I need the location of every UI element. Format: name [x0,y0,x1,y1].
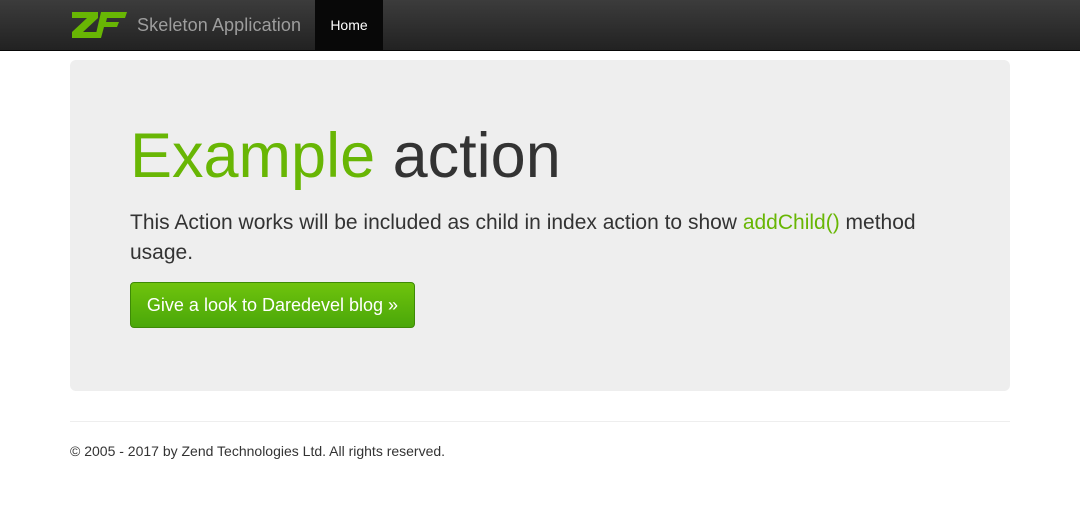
title-rest: action [375,121,561,191]
jumbotron: Example action This Action works will be… [70,60,1010,391]
footer-divider [70,421,1010,422]
footer: © 2005 - 2017 by Zend Technologies Ltd. … [70,443,445,459]
copyright-text: © 2005 - 2017 by Zend Technologies Ltd. … [70,443,446,459]
addchild-link[interactable]: addChild() [743,211,840,234]
daredevel-blog-button[interactable]: Give a look to Daredevel blog » [130,282,415,328]
lead-paragraph: This Action works will be included as ch… [130,208,960,268]
lead-prefix: This Action works will be included as ch… [130,211,743,234]
page-title: Example action [130,121,561,191]
top-navbar: Skeleton Application Home [0,0,1080,51]
nav-item-home[interactable]: Home [315,0,383,50]
brand-link[interactable]: Skeleton Application [70,0,301,50]
title-accent: Example [130,121,376,191]
zf-logo-icon [70,10,128,40]
brand-title: Skeleton Application [137,14,302,35]
